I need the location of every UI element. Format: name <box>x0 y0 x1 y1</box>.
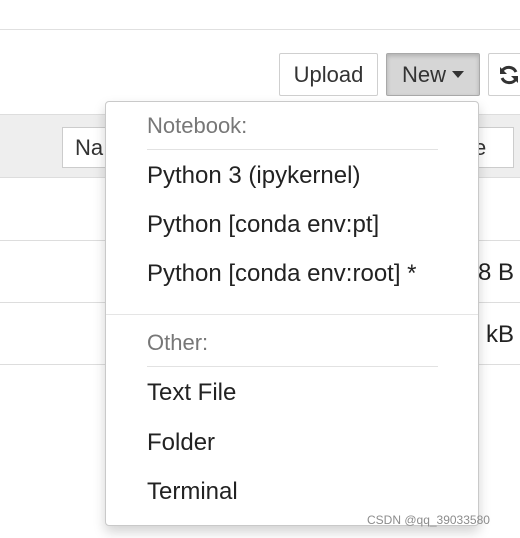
upload-button-label: Upload <box>293 61 364 87</box>
sort-by-name-label: Na <box>75 134 104 160</box>
other-section-header: Other: <box>147 330 209 355</box>
section-underline <box>147 366 438 367</box>
caret-down-icon <box>452 71 464 78</box>
menu-item-python-conda-root[interactable]: Python [conda env:root] * <box>147 260 417 288</box>
refresh-button[interactable] <box>488 53 520 96</box>
menu-item-text-file[interactable]: Text File <box>147 379 236 407</box>
new-button-label: New <box>401 61 446 87</box>
upload-button[interactable]: Upload <box>279 53 378 96</box>
row-file-size: 8 B <box>477 259 514 286</box>
menu-item-folder[interactable]: Folder <box>147 429 215 457</box>
menu-item-python-conda-pt[interactable]: Python [conda env:pt] <box>147 211 379 239</box>
refresh-icon <box>500 65 518 84</box>
row-file-size: kB <box>485 321 514 348</box>
section-underline <box>147 149 438 150</box>
notebook-section-header: Notebook: <box>147 113 248 138</box>
menu-divider <box>106 314 478 315</box>
menu-item-python3-ipykernel[interactable]: Python 3 (ipykernel) <box>147 162 360 190</box>
new-dropdown-button[interactable]: New <box>386 53 480 96</box>
top-divider <box>0 29 520 30</box>
watermark: CSDN @qq_39033580 <box>367 513 490 527</box>
menu-item-terminal[interactable]: Terminal <box>147 478 238 506</box>
new-dropdown-menu: Notebook: Python 3 (ipykernel) Python [c… <box>105 101 479 526</box>
